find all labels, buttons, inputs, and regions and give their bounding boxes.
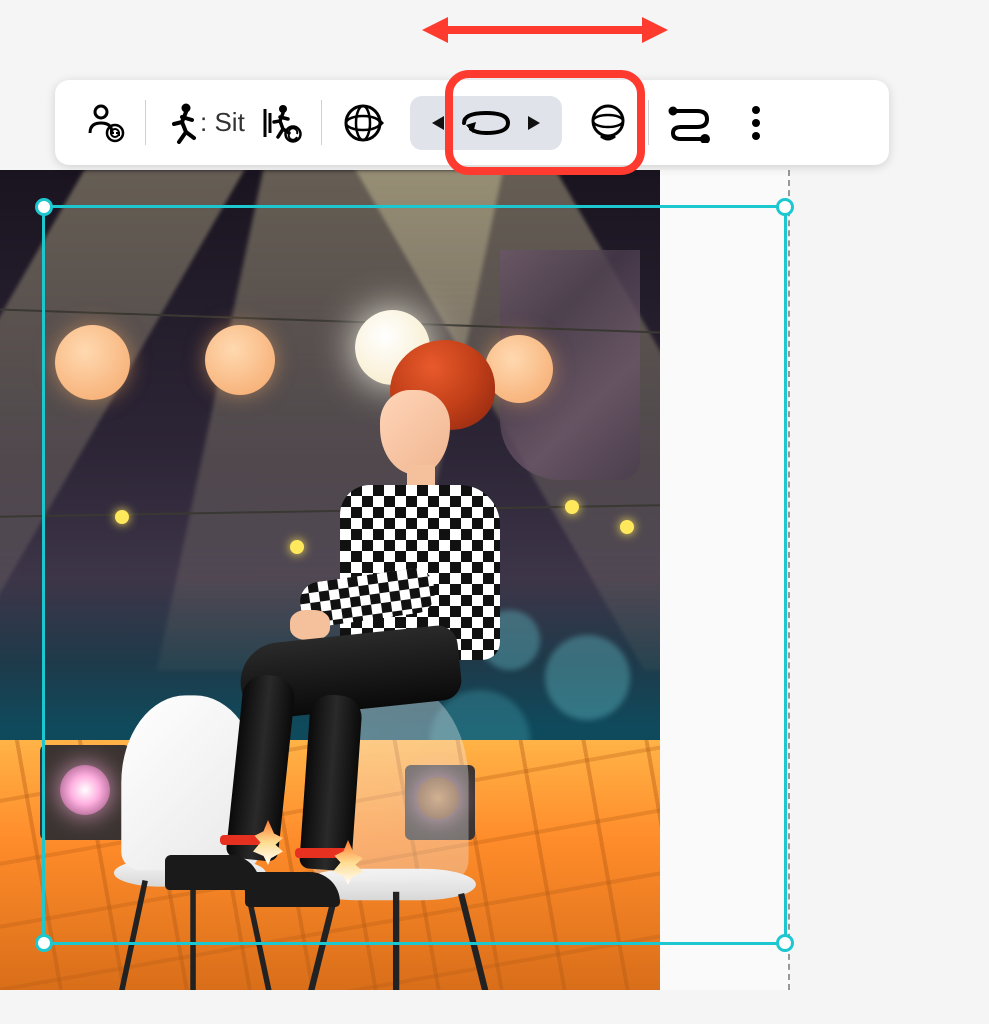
kebab-icon — [749, 103, 763, 143]
triangle-left-icon — [432, 116, 444, 130]
triangle-right-icon — [528, 116, 540, 130]
lantern — [55, 325, 130, 400]
annotation-horizontal-arrow — [420, 5, 670, 55]
running-icon — [164, 102, 198, 144]
rotate-horizontal-button[interactable] — [404, 93, 568, 153]
speaker-prop — [40, 745, 130, 840]
avatar-shin — [299, 693, 363, 871]
bulb — [620, 520, 634, 534]
person-refresh-icon — [83, 101, 127, 145]
avatar-swap-button[interactable] — [65, 93, 145, 153]
avatar-character[interactable] — [145, 340, 565, 900]
avatar-toolbar: : Sit — [55, 80, 889, 165]
canvas-extended-region[interactable] — [660, 170, 790, 990]
rotate-3d-button[interactable] — [322, 93, 404, 153]
more-button[interactable] — [731, 93, 781, 153]
avatar-shoe — [245, 872, 340, 907]
face-gear-icon — [586, 101, 630, 145]
pose-button[interactable]: : Sit — [146, 93, 253, 153]
bulb — [565, 500, 579, 514]
running-refresh-icon — [259, 101, 303, 145]
face-settings-button[interactable] — [568, 93, 648, 153]
path-curve-icon — [667, 103, 713, 143]
globe-rotate-icon — [340, 100, 386, 146]
rotate-loop-icon — [456, 108, 516, 138]
pose-cycle-button[interactable] — [253, 93, 321, 153]
pose-label: : Sit — [200, 107, 245, 138]
path-button[interactable] — [649, 93, 731, 153]
avatar-canvas[interactable] — [0, 170, 660, 990]
scene-background — [0, 170, 660, 990]
avatar-face — [380, 390, 450, 475]
bulb — [115, 510, 129, 524]
